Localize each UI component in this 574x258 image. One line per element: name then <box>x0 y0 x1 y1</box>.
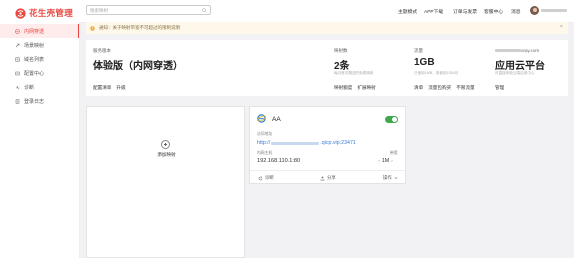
masked-domain <box>271 141 320 145</box>
username-masked[interactable] <box>541 9 567 12</box>
platform-value: 应用云平台 <box>495 61 545 72</box>
version-value: 体验版（内网穿透） <box>93 61 183 72</box>
sidebar-nav: 内网穿透 场景映射 域名列表 配置中心 诊断 登录日志 <box>0 24 79 108</box>
mappings-label: 映射数 <box>334 48 348 53</box>
mappings-sub: 每月首次赠送的免费映射 <box>334 71 374 75</box>
plus-icon[interactable] <box>161 140 170 149</box>
host-value: 192.168.110.1:80 <box>257 158 301 164</box>
traffic-sub: 已使用1MB，将使用1GB/月 <box>414 71 459 75</box>
diagnose-icon <box>15 85 20 89</box>
increase-icon[interactable]: > <box>391 158 393 163</box>
platform-label: oray.com <box>495 48 539 53</box>
decrease-icon[interactable]: < <box>378 158 380 163</box>
sidebar-item-label: 配置中心 <box>24 70 45 77</box>
bandwidth-value: 1M <box>381 158 390 164</box>
notice-text[interactable]: 通知：关于映射带宽不可超过的限制说明 <box>99 25 180 31</box>
notice-banner: 通知：关于映射带宽不可超过的限制说明 × <box>86 22 568 34</box>
platform-sub: 可直接体验云端应用中心 <box>495 71 535 75</box>
bandwidth-label: 带宽 <box>390 151 398 155</box>
service-center-link[interactable]: 客服中心 <box>484 0 503 22</box>
sidebar-item-label: 场景映射 <box>24 42 45 49</box>
sidebar: 花生壳管理 内网穿透 场景映射 域名列表 配置中心 诊断 登录日志 <box>0 0 80 258</box>
address-label: 访问地址 <box>257 132 273 136</box>
messages-link[interactable]: 消息 <box>511 0 521 22</box>
peanut-logo-icon <box>15 7 26 19</box>
sidebar-item-domain-list[interactable]: 域名列表 <box>0 52 79 66</box>
sidebar-item-diagnose[interactable]: 诊断 <box>0 80 79 94</box>
upgrade-link[interactable]: 升级 <box>116 85 125 91</box>
mappings-value: 2条 <box>334 61 350 72</box>
bandwidth-stepper[interactable]: < 1M > <box>378 158 393 164</box>
mapping-enable-toggle[interactable] <box>385 116 398 123</box>
sidebar-item-scene-mapping[interactable]: 场景映射 <box>0 38 79 52</box>
refresh-icon <box>258 175 263 180</box>
scene-mapping-icon <box>15 43 20 47</box>
share-button[interactable]: 分享 <box>320 175 336 181</box>
account-info-panel: 服务版本 体验版（内网穿透） 配置清单 升级 映射数 2条 每月首次赠送的免费映… <box>86 40 568 96</box>
unlimited-traffic-link[interactable]: 不限流量 <box>456 85 474 91</box>
traffic-label: 流量 <box>414 48 423 53</box>
extend-mapping-link[interactable]: 扩展映射 <box>357 85 375 91</box>
config-list-link[interactable]: 配置清单 <box>93 85 111 91</box>
warning-icon <box>90 25 95 31</box>
app-download-link[interactable]: APP下载 <box>424 0 443 22</box>
orders-invoices-link[interactable]: 订单与发票 <box>453 0 477 22</box>
search-box <box>86 5 211 15</box>
sidebar-item-config-center[interactable]: 配置中心 <box>0 66 79 80</box>
manage-link[interactable]: 管理 <box>495 85 504 91</box>
app-logo[interactable]: 花生壳管理 <box>15 7 73 19</box>
search-icon[interactable] <box>202 7 207 13</box>
add-mapping-label: 添加映射 <box>157 152 176 157</box>
login-log-icon <box>15 99 20 103</box>
traffic-value: 1GB <box>414 57 435 68</box>
domain-list-icon <box>15 57 20 61</box>
theme-mode-link[interactable]: 主题模式 <box>398 0 417 22</box>
mapping-card: AA 访问地址 http:// .qicp.vip:23471 内网主机 192… <box>249 106 406 184</box>
sidebar-item-label: 内网穿透 <box>24 28 45 35</box>
mapping-quota-link[interactable]: 映射额度 <box>334 85 352 91</box>
sidebar-item-tunnel[interactable]: 内网穿透 <box>0 24 79 38</box>
tunnel-icon <box>15 28 20 34</box>
share-icon <box>320 175 325 181</box>
close-icon[interactable]: × <box>560 24 563 30</box>
config-center-icon <box>15 71 20 75</box>
sidebar-item-label: 域名列表 <box>24 56 45 63</box>
avatar[interactable] <box>530 6 539 15</box>
buy-traffic-link[interactable]: 流量包购买 <box>428 85 451 91</box>
access-address-link[interactable]: http:// .qicp.vip:23471 <box>257 140 356 146</box>
internet-explorer-icon <box>257 114 266 123</box>
search-input[interactable] <box>87 6 190 14</box>
host-label: 内网主机 <box>257 151 273 155</box>
sidebar-item-label: 诊断 <box>24 84 35 91</box>
sidebar-item-login-log[interactable]: 登录日志 <box>0 94 79 108</box>
add-mapping-card[interactable]: 添加映射 <box>86 106 245 258</box>
mapping-name: AA <box>272 116 281 123</box>
sidebar-item-label: 登录日志 <box>24 98 45 105</box>
version-label: 服务版本 <box>93 48 111 53</box>
operations-dropdown[interactable]: 操作 <box>383 175 398 181</box>
card-divider <box>250 170 405 171</box>
mapping-actions: 诊断 分享 操作 <box>250 173 407 183</box>
diagnose-button[interactable]: 诊断 <box>258 175 274 181</box>
app-name: 花生壳管理 <box>29 8 74 18</box>
traffic-list-link[interactable]: 清单 <box>414 85 423 91</box>
masked-account <box>495 49 521 53</box>
chevron-down-icon <box>394 177 398 179</box>
